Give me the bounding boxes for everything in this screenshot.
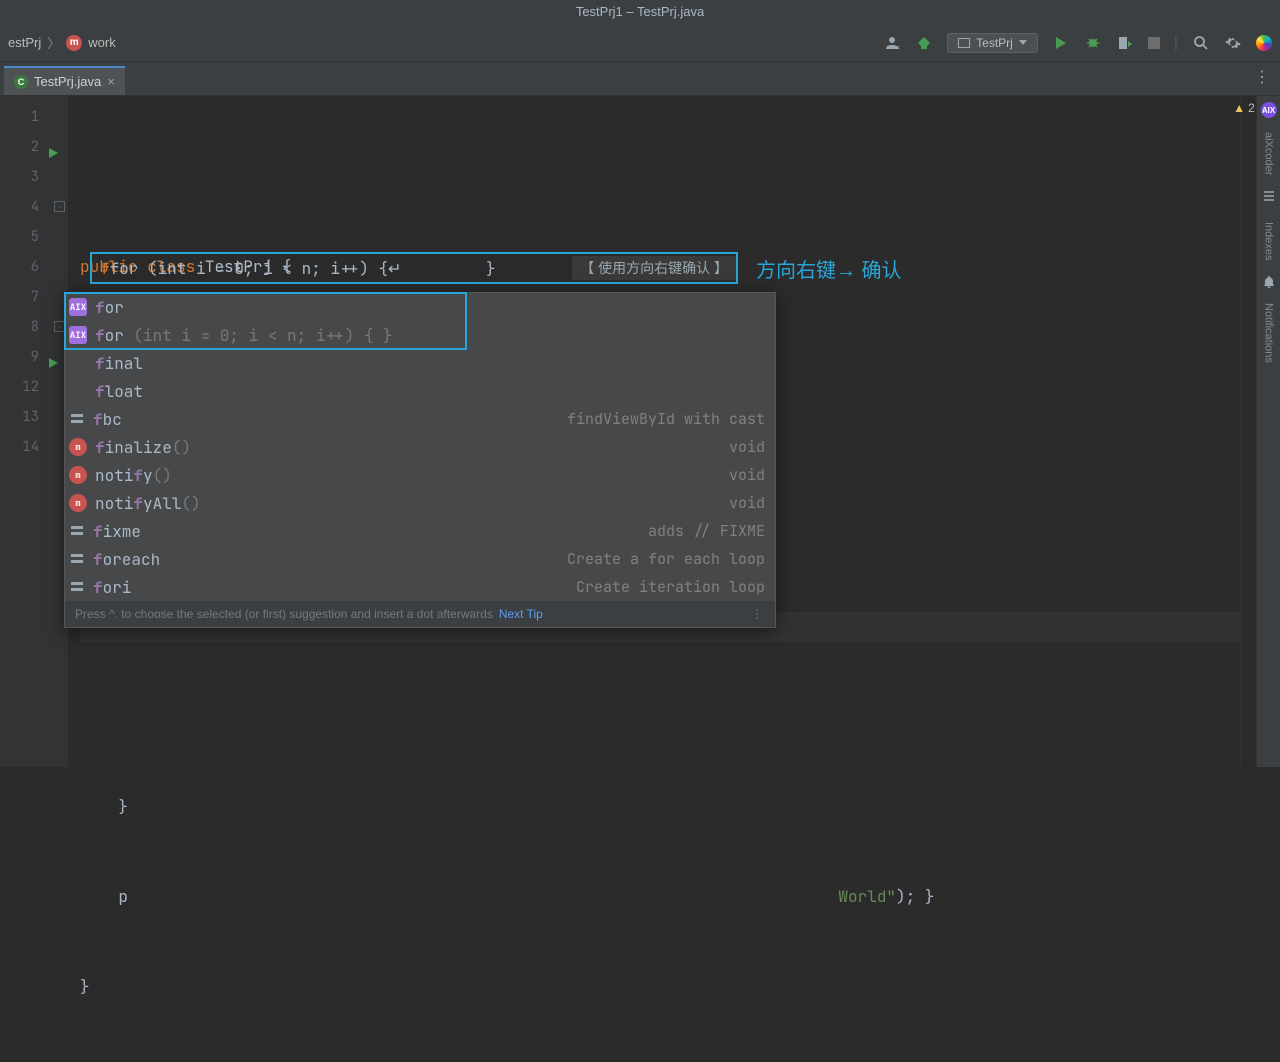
completion-item[interactable]: fixmeadds // FIXME (65, 517, 775, 545)
next-tip-link[interactable]: Next Tip (499, 607, 543, 621)
debug-button[interactable] (1084, 34, 1102, 52)
line-number: 7 (0, 282, 67, 312)
editor-area: 1 2 3 4− 5 6 7 8− 9+ 12 13 14 public cla… (0, 96, 1280, 767)
completion-item[interactable]: AIXfor (int i = 0; i < n; i++) { } (65, 321, 775, 349)
line-number: 9+ (0, 342, 67, 372)
breadcrumb-item[interactable]: work (88, 35, 115, 50)
run-config-label: TestPrj (976, 36, 1013, 50)
breadcrumb: estPrj 〉 m work (8, 33, 116, 52)
completion-item[interactable]: foriCreate iteration loop (65, 573, 775, 601)
popup-footer: Press ^. to choose the selected (or firs… (65, 601, 775, 627)
completion-item[interactable]: float (65, 377, 775, 405)
class-icon: C (14, 75, 28, 89)
tab-menu-icon[interactable]: ⋮ (1244, 59, 1280, 95)
gutter: 1 2 3 4− 5 6 7 8− 9+ 12 13 14 (0, 96, 68, 767)
completion-item[interactable]: mnotifyAll()void (65, 489, 775, 517)
line-number: 1 (0, 102, 67, 132)
template-icon (69, 523, 85, 539)
sidebar-label[interactable]: aiXcoder (1263, 132, 1275, 175)
aixcoder-icon[interactable]: AIX (1261, 102, 1277, 118)
completion-item[interactable]: final (65, 349, 775, 377)
line-number: 12 (0, 372, 67, 402)
template-icon (69, 411, 85, 427)
line-number: 3 (0, 162, 67, 192)
user-icon[interactable] (883, 34, 901, 52)
colorwheel-icon[interactable] (1256, 35, 1272, 51)
more-menu-icon[interactable]: ⋮ (751, 607, 765, 621)
warning-icon: ▲ (1233, 101, 1245, 115)
gear-icon[interactable] (1224, 34, 1242, 52)
completion-item[interactable]: foreachCreate a for each loop (65, 545, 775, 573)
completion-item[interactable]: mfinalize()void (65, 433, 775, 461)
sidebar-label[interactable]: Indexes (1263, 222, 1275, 261)
template-icon (69, 579, 85, 595)
window-title: TestPrj1 – TestPrj.java (0, 0, 1280, 24)
warning-count: 2 (1248, 101, 1255, 115)
toolbar-actions: TestPrj | (883, 33, 1272, 53)
method-icon: m (69, 494, 87, 512)
stop-button[interactable] (1148, 37, 1160, 49)
method-icon: m (69, 438, 87, 456)
coverage-button[interactable] (1116, 34, 1134, 52)
chevron-down-icon (1019, 40, 1027, 45)
bell-icon[interactable] (1262, 275, 1276, 289)
line-number: 13 (0, 402, 67, 432)
breadcrumb-sep: 〉 (47, 33, 60, 52)
run-button[interactable] (1052, 34, 1070, 52)
main-toolbar: estPrj 〉 m work TestPrj | (0, 24, 1280, 62)
indexes-icon[interactable] (1262, 189, 1276, 208)
search-icon[interactable] (1192, 34, 1210, 52)
completion-item[interactable]: mnotify()void (65, 461, 775, 489)
fold-icon[interactable]: − (54, 201, 65, 212)
breadcrumb-item[interactable]: estPrj (8, 35, 41, 50)
inline-hint: 【 使用方向右键确认 】 (572, 256, 736, 280)
config-box-icon (958, 38, 970, 48)
line-number: 14 (0, 432, 67, 462)
inline-suggestion: ffor (int i = 0; i < n; i++) {↵ } 【 使用方向… (90, 252, 738, 284)
annotation: 方向右键→ 确认 (756, 254, 902, 283)
method-icon: m (66, 35, 82, 51)
line-number: 8− (0, 312, 67, 342)
aix-icon: AIX (69, 298, 87, 316)
completion-popup[interactable]: AIXforAIXfor (int i = 0; i < n; i++) { }… (64, 292, 776, 628)
file-tab-label: TestPrj.java (34, 74, 101, 89)
editor-tabs: C TestPrj.java × ⋮ (0, 62, 1280, 96)
sidebar-label[interactable]: Notifications (1263, 303, 1275, 363)
completion-item[interactable]: AIXfor (65, 293, 775, 321)
method-icon: m (69, 466, 87, 484)
tool-window-bar: AIX aiXcoder Indexes Notifications (1256, 96, 1280, 767)
line-number: 4− (0, 192, 67, 222)
build-icon[interactable] (915, 34, 933, 52)
close-icon[interactable]: × (107, 74, 115, 89)
completion-item[interactable]: fbcfindViewById with cast (65, 405, 775, 433)
line-number: 5 (0, 222, 67, 252)
aix-icon: AIX (69, 326, 87, 344)
line-number: 6 (0, 252, 67, 282)
template-icon (69, 551, 85, 567)
line-number: 2 (0, 132, 67, 162)
run-config-select[interactable]: TestPrj (947, 33, 1038, 53)
file-tab[interactable]: C TestPrj.java × (4, 66, 125, 95)
